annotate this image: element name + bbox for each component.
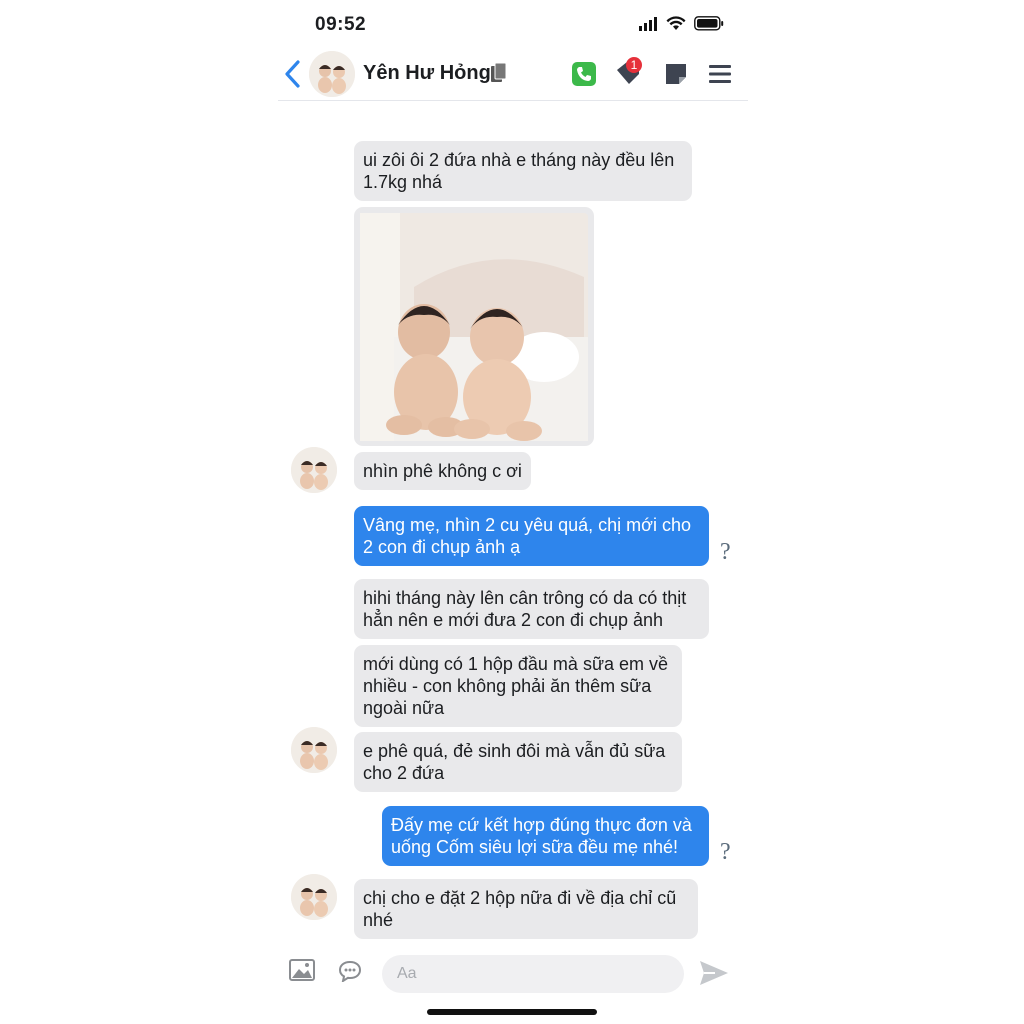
message-bubble-incoming[interactable]: ui zôi ôi 2 đứa nhà e tháng này đều lên …	[354, 141, 692, 201]
status-icons	[638, 16, 724, 31]
babies-photo-image	[360, 213, 588, 441]
sticker-icon[interactable]	[338, 960, 362, 982]
babies-avatar-image	[291, 727, 337, 773]
notification-badge: 1	[626, 57, 642, 73]
babies-avatar-image	[309, 51, 355, 97]
contact-name[interactable]: Yên Hư Hỏng	[363, 62, 491, 85]
message-bubble-incoming[interactable]: chị cho e đặt 2 hộp nữa đi về địa chỉ cũ…	[354, 879, 698, 939]
send-icon[interactable]	[699, 960, 729, 986]
message-status-unsent[interactable]: ?	[720, 539, 731, 566]
message-bubble-incoming[interactable]: e phê quá, đẻ sinh đôi mà vẫn đủ sữa cho…	[354, 732, 682, 792]
babies-avatar-image	[291, 447, 337, 493]
message-bubble-outgoing[interactable]: Đấy mẹ cứ kết hợp đúng thực đơn và uống …	[382, 806, 709, 866]
wifi-icon	[666, 16, 686, 30]
image-icon[interactable]	[289, 959, 315, 981]
sender-avatar[interactable]	[291, 447, 337, 493]
note-icon[interactable]	[665, 63, 687, 85]
message-input[interactable]	[382, 955, 684, 993]
message-bubble-incoming[interactable]: nhìn phê không c ơi	[354, 452, 531, 490]
signal-icon	[639, 16, 657, 31]
contact-avatar[interactable]	[309, 51, 355, 97]
home-indicator	[427, 1009, 597, 1015]
message-input-placeholder: Aa	[397, 965, 417, 982]
babies-avatar-image	[291, 874, 337, 920]
message-photo[interactable]	[354, 207, 594, 446]
battery-icon	[694, 16, 724, 31]
status-time: 09:52	[315, 14, 367, 35]
copy-icon[interactable]	[490, 62, 508, 84]
menu-icon[interactable]	[709, 64, 731, 84]
message-bubble-incoming[interactable]: mới dùng có 1 hộp đầu mà sữa em về nhiều…	[354, 645, 682, 727]
message-bubble-incoming[interactable]: hihi tháng này lên cân trông có da có th…	[354, 579, 709, 639]
sender-avatar[interactable]	[291, 874, 337, 920]
message-bubble-outgoing[interactable]: Vâng mẹ, nhìn 2 cu yêu quá, chị mới cho …	[354, 506, 709, 566]
back-chevron-icon[interactable]	[283, 60, 301, 88]
sender-avatar[interactable]	[291, 727, 337, 773]
phone-icon[interactable]	[572, 62, 596, 86]
message-status-unsent[interactable]: ?	[720, 839, 731, 866]
